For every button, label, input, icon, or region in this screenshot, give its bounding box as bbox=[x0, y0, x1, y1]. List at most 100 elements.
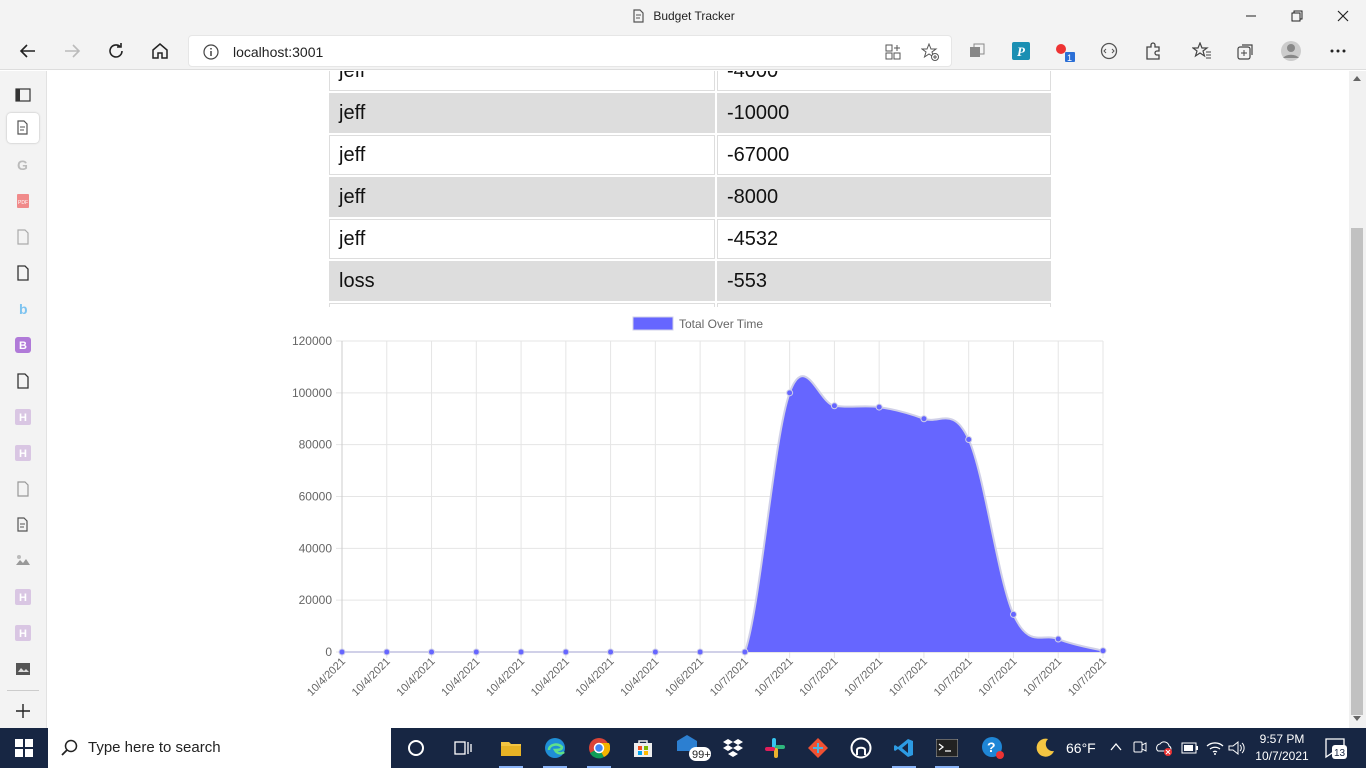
svg-text:H: H bbox=[19, 448, 27, 460]
store-app[interactable] bbox=[627, 732, 659, 764]
page-scrollbar-thumb[interactable] bbox=[1351, 228, 1363, 715]
onedrive-error-icon[interactable] bbox=[1155, 739, 1173, 757]
dropbox-app[interactable] bbox=[717, 732, 749, 764]
y-tick-label: 120000 bbox=[292, 334, 332, 348]
tab-bing[interactable]: b bbox=[7, 294, 39, 324]
close-window-button[interactable] bbox=[1320, 0, 1366, 32]
budget-tracker-favicon-icon bbox=[17, 120, 28, 135]
start-button[interactable] bbox=[0, 728, 48, 768]
collections-ext-icon[interactable] bbox=[966, 40, 988, 62]
site-info-icon[interactable] bbox=[203, 44, 219, 60]
shapes-extension-icon[interactable]: 1 bbox=[1054, 40, 1076, 62]
app-available-icon[interactable] bbox=[885, 44, 901, 60]
x-tick-label: 10/4/2021 bbox=[574, 656, 617, 699]
file-explorer-app[interactable] bbox=[495, 732, 527, 768]
store-bag-icon bbox=[634, 740, 652, 757]
edge-app[interactable] bbox=[539, 732, 571, 768]
sidebar-divider bbox=[7, 690, 39, 691]
forward-button[interactable] bbox=[56, 35, 88, 67]
profile-avatar[interactable] bbox=[1280, 40, 1302, 62]
add-favorite-icon[interactable] bbox=[921, 43, 939, 61]
x-tick-label: 10/4/2021 bbox=[484, 656, 527, 699]
data-point bbox=[786, 389, 794, 397]
terminal-app[interactable] bbox=[931, 732, 963, 768]
notification-center-icon[interactable]: 13 bbox=[1323, 736, 1347, 760]
tab-h-app-4[interactable]: H bbox=[7, 618, 39, 648]
vscode-app[interactable] bbox=[888, 732, 920, 768]
x-tick-label: 10/4/2021 bbox=[529, 656, 572, 699]
code-extension-icon[interactable] bbox=[1098, 40, 1120, 62]
clock[interactable]: 9:57 PM 10/7/2021 bbox=[1244, 731, 1320, 765]
github-icon bbox=[850, 737, 872, 759]
document-icon bbox=[17, 373, 29, 389]
data-point bbox=[741, 648, 749, 656]
temperature-text[interactable]: 66°F bbox=[1066, 740, 1096, 756]
tab-document-2[interactable] bbox=[7, 258, 39, 288]
collections-icon[interactable] bbox=[1235, 40, 1257, 62]
data-point bbox=[1009, 610, 1017, 618]
tab-pdf[interactable]: PDF bbox=[7, 186, 39, 216]
wifi-icon[interactable] bbox=[1206, 740, 1224, 756]
tab-google[interactable]: G bbox=[7, 150, 39, 180]
data-point bbox=[383, 648, 391, 656]
h-app-icon: H bbox=[15, 625, 31, 641]
new-tab-button[interactable] bbox=[7, 696, 39, 726]
favorites-icon[interactable] bbox=[1191, 40, 1213, 62]
x-tick-label: 10/7/2021 bbox=[977, 656, 1020, 699]
data-point bbox=[875, 403, 883, 411]
scroll-up-arrow[interactable] bbox=[1353, 76, 1361, 81]
edge-icon bbox=[545, 738, 565, 758]
home-button[interactable] bbox=[144, 35, 176, 67]
tab-document-1[interactable] bbox=[7, 222, 39, 252]
git-app[interactable] bbox=[802, 732, 834, 764]
chrome-app[interactable] bbox=[583, 732, 615, 768]
task-view-button[interactable] bbox=[447, 732, 479, 764]
battery-icon[interactable] bbox=[1181, 741, 1199, 755]
slack-app[interactable] bbox=[759, 732, 791, 764]
tab-favicon-icon bbox=[633, 9, 644, 23]
refresh-button[interactable] bbox=[100, 35, 132, 67]
tab-budget-tracker[interactable] bbox=[7, 113, 39, 143]
weather-widget[interactable] bbox=[1029, 732, 1061, 764]
chrome-icon bbox=[589, 738, 610, 759]
address-bar[interactable]: localhost:3001 bbox=[188, 35, 952, 67]
tab-document-4[interactable] bbox=[7, 474, 39, 504]
x-tick-label: 10/7/2021 bbox=[797, 656, 840, 699]
x-tick-label: 10/7/2021 bbox=[1021, 656, 1064, 699]
tab-h-app-3[interactable]: H bbox=[7, 582, 39, 612]
github-desktop-app[interactable] bbox=[845, 732, 877, 764]
more-menu-icon[interactable] bbox=[1327, 40, 1349, 62]
p-extension-icon[interactable]: P bbox=[1010, 40, 1032, 62]
window-title: Budget Tracker bbox=[653, 9, 735, 23]
mail-app[interactable]: 99+ bbox=[675, 732, 711, 764]
back-button[interactable] bbox=[12, 35, 44, 67]
tab-budget-tracker-2[interactable] bbox=[7, 510, 39, 540]
plus-icon bbox=[16, 704, 30, 718]
x-tick-label: 10/7/2021 bbox=[753, 656, 796, 699]
task-view-icon bbox=[454, 741, 472, 755]
tab-actions-menu-button[interactable] bbox=[7, 80, 39, 110]
cortana-button[interactable] bbox=[400, 732, 432, 764]
show-hidden-icons-chevron-icon[interactable] bbox=[1110, 742, 1122, 752]
extensions-icon[interactable] bbox=[1142, 40, 1164, 62]
help-app[interactable]: ? bbox=[977, 732, 1009, 764]
tab-media-app[interactable] bbox=[7, 654, 39, 684]
webcam-icon[interactable] bbox=[1133, 740, 1147, 756]
taskbar-search-box[interactable]: Type here to search bbox=[48, 728, 391, 768]
tab-h-app-2[interactable]: H bbox=[7, 438, 39, 468]
minimize-button[interactable] bbox=[1228, 0, 1274, 32]
tab-b-app[interactable]: B bbox=[7, 330, 39, 360]
tab-document-3[interactable] bbox=[7, 366, 39, 396]
svg-text:PDF: PDF bbox=[18, 200, 28, 206]
b-app-icon: B bbox=[15, 337, 31, 353]
x-tick-label: 10/4/2021 bbox=[305, 656, 348, 699]
tab-image-app[interactable] bbox=[7, 546, 39, 576]
search-icon bbox=[61, 739, 78, 756]
tab-h-app-1[interactable]: H bbox=[7, 402, 39, 432]
restore-button[interactable] bbox=[1274, 0, 1320, 32]
page-scrollbar[interactable] bbox=[1349, 71, 1366, 728]
svg-text:H: H bbox=[19, 592, 27, 604]
url-text[interactable]: localhost:3001 bbox=[233, 44, 323, 60]
cortana-icon bbox=[408, 740, 424, 756]
scroll-down-arrow[interactable] bbox=[1353, 716, 1361, 721]
